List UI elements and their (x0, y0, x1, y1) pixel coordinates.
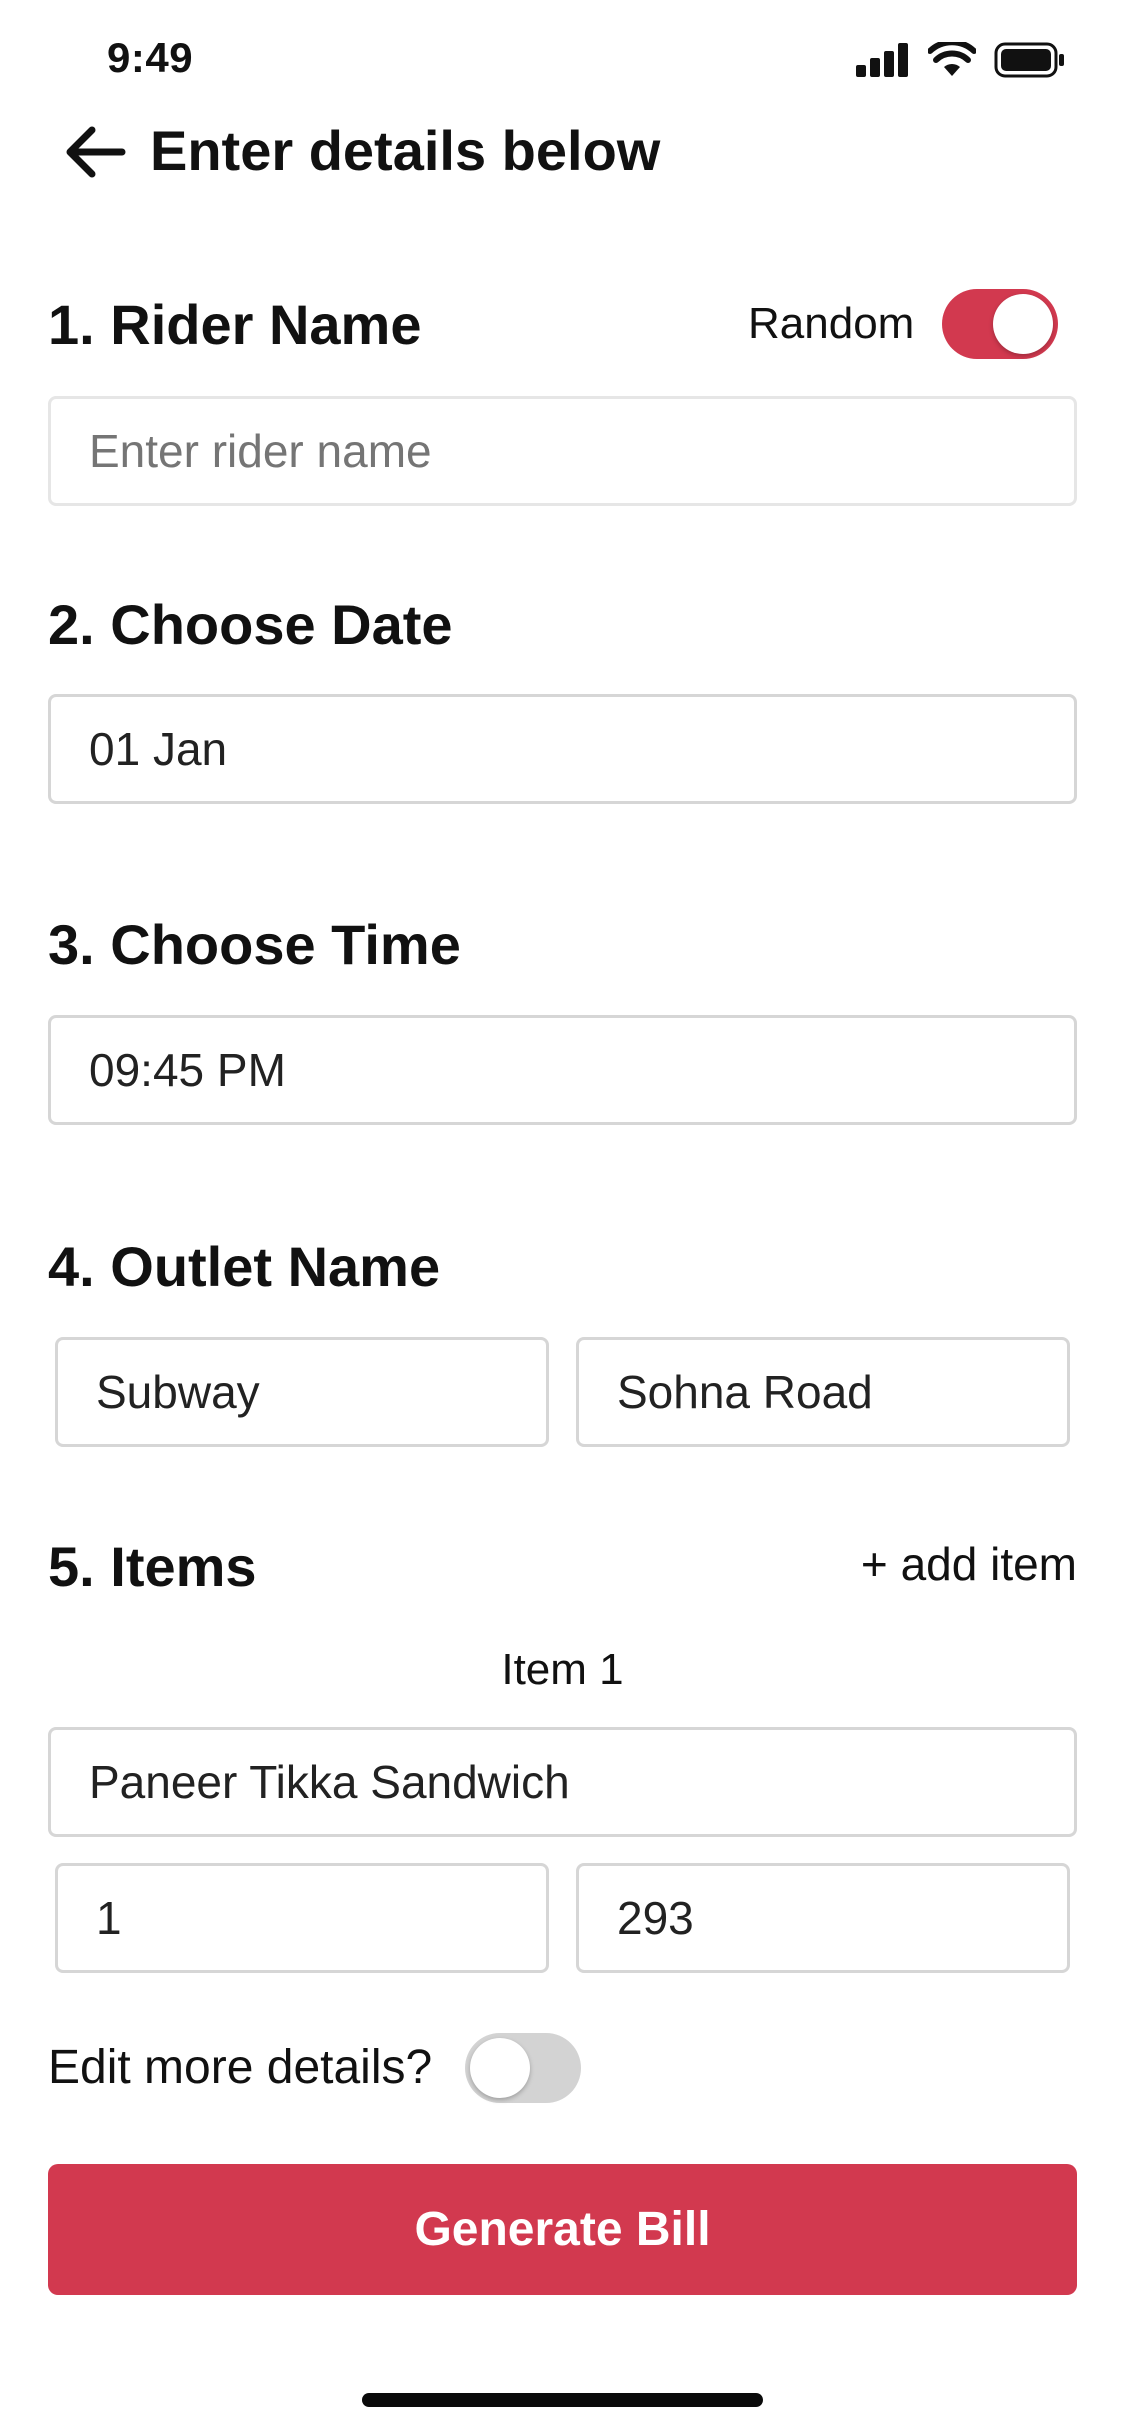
add-item-button[interactable]: + add item (861, 1534, 1077, 1594)
wifi-icon (928, 42, 976, 76)
battery-icon (994, 42, 1064, 78)
home-indicator (362, 2393, 763, 2407)
outlet-name-heading: 4. Outlet Name (48, 1235, 441, 1298)
signal-icon (856, 43, 908, 77)
page-title: Enter details below (150, 119, 661, 182)
random-label: Random (748, 299, 915, 348)
item-label: Item 1 (501, 1645, 624, 1694)
item-price-field[interactable]: 293 (576, 1863, 1070, 1973)
random-toggle[interactable] (942, 289, 1058, 359)
choose-time-heading: 3. Choose Time (48, 913, 461, 976)
item-quantity-field[interactable]: 1 (55, 1863, 549, 1973)
date-field[interactable]: 01 Jan (48, 694, 1077, 804)
outlet-location-value: Sohna Road (617, 1366, 873, 1418)
outlet-location-field[interactable]: Sohna Road (576, 1337, 1070, 1447)
item-name-field[interactable]: Paneer Tikka Sandwich (48, 1727, 1077, 1837)
rider-name-input[interactable] (48, 396, 1077, 506)
toggle-knob (470, 2038, 530, 2098)
time-value: 09:45 PM (89, 1044, 286, 1096)
generate-bill-label: Generate Bill (414, 2203, 711, 2256)
edit-more-toggle[interactable] (465, 2033, 581, 2103)
date-value: 01 Jan (89, 723, 228, 775)
item-quantity-value: 1 (96, 1892, 122, 1944)
arrow-left-icon (66, 126, 126, 178)
item-price-value: 293 (617, 1892, 694, 1944)
outlet-name-value: Subway (96, 1366, 260, 1418)
item-name-value: Paneer Tikka Sandwich (89, 1756, 570, 1808)
generate-bill-button[interactable]: Generate Bill (48, 2164, 1077, 2295)
outlet-name-field[interactable]: Subway (55, 1337, 549, 1447)
back-button[interactable] (52, 110, 136, 194)
time-field[interactable]: 09:45 PM (48, 1015, 1077, 1125)
status-time: 9:49 (107, 34, 194, 81)
edit-more-label: Edit more details? (48, 2041, 433, 2094)
choose-date-heading: 2. Choose Date (48, 593, 453, 656)
items-heading: 5. Items (48, 1535, 257, 1598)
toggle-knob (993, 294, 1053, 354)
status-icons (856, 42, 1066, 78)
rider-name-heading: 1. Rider Name (48, 293, 422, 356)
